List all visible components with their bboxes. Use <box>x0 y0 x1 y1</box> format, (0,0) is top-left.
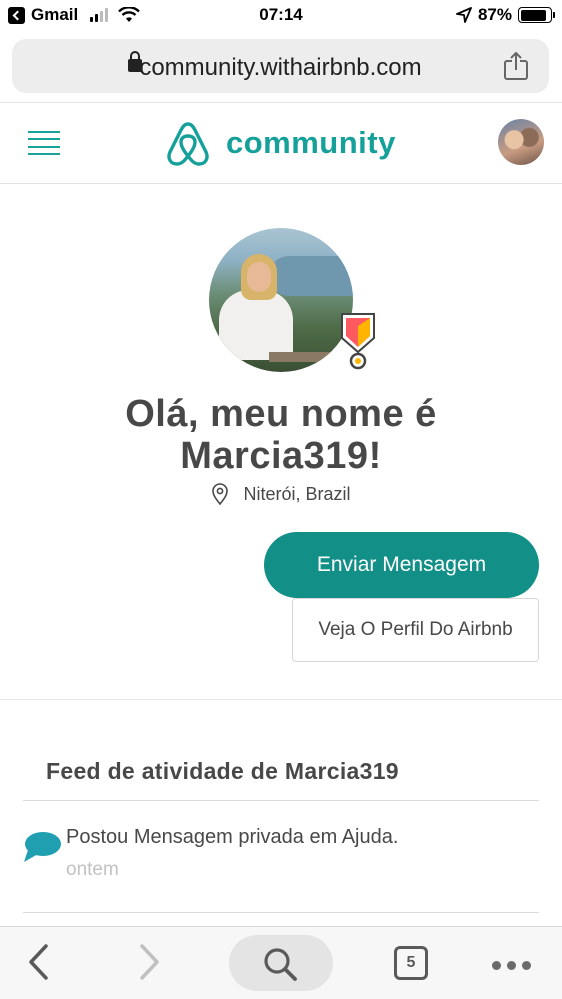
url-text: community.withairbnb.com <box>139 54 422 81</box>
battery-icon <box>518 7 555 23</box>
logo-text: community <box>226 125 396 160</box>
community-logo[interactable]: community <box>166 120 396 166</box>
airbnb-logo-icon <box>167 122 209 166</box>
feed-divider <box>23 912 539 913</box>
feed-divider <box>23 800 539 801</box>
activity-text[interactable]: Postou Mensagem privada em Ajuda. <box>66 826 398 849</box>
forward-chevron-icon[interactable] <box>136 943 162 981</box>
site-header: community <box>0 102 562 184</box>
search-icon <box>264 948 297 981</box>
profile-greeting: Olá, meu nome é Marcia319! <box>125 393 437 477</box>
activity-time: ontem <box>66 859 119 880</box>
section-divider <box>0 699 562 700</box>
tabs-count-button[interactable]: 5 <box>394 946 428 980</box>
map-pin-icon <box>212 483 229 506</box>
chat-bubble-icon <box>24 832 61 862</box>
view-airbnb-profile-button[interactable]: Veja O Perfil Do Airbnb <box>292 598 539 662</box>
activity-feed-title: Feed de atividade de Marcia319 <box>46 758 399 784</box>
profile-photo <box>209 228 375 372</box>
search-button[interactable] <box>229 935 333 991</box>
rank-badge-icon <box>341 313 375 370</box>
browser-toolbar: 5 <box>0 926 562 999</box>
share-icon[interactable] <box>503 51 529 81</box>
more-options-icon[interactable] <box>492 961 531 970</box>
user-avatar[interactable] <box>498 119 544 165</box>
profile-location: Niterói, Brazil <box>0 482 562 506</box>
battery-level <box>520 9 546 21</box>
location-text: Niterói, Brazil <box>243 483 351 504</box>
send-message-button[interactable]: Enviar Mensagem <box>264 532 539 598</box>
battery-percent: 87% <box>477 5 512 24</box>
back-chevron-icon[interactable] <box>26 943 52 981</box>
menu-icon[interactable] <box>28 131 60 155</box>
status-bar: Gmail 07:14 87% <box>0 0 562 32</box>
location-arrow-icon <box>456 7 472 23</box>
address-bar[interactable]: community.withairbnb.com <box>12 39 549 93</box>
